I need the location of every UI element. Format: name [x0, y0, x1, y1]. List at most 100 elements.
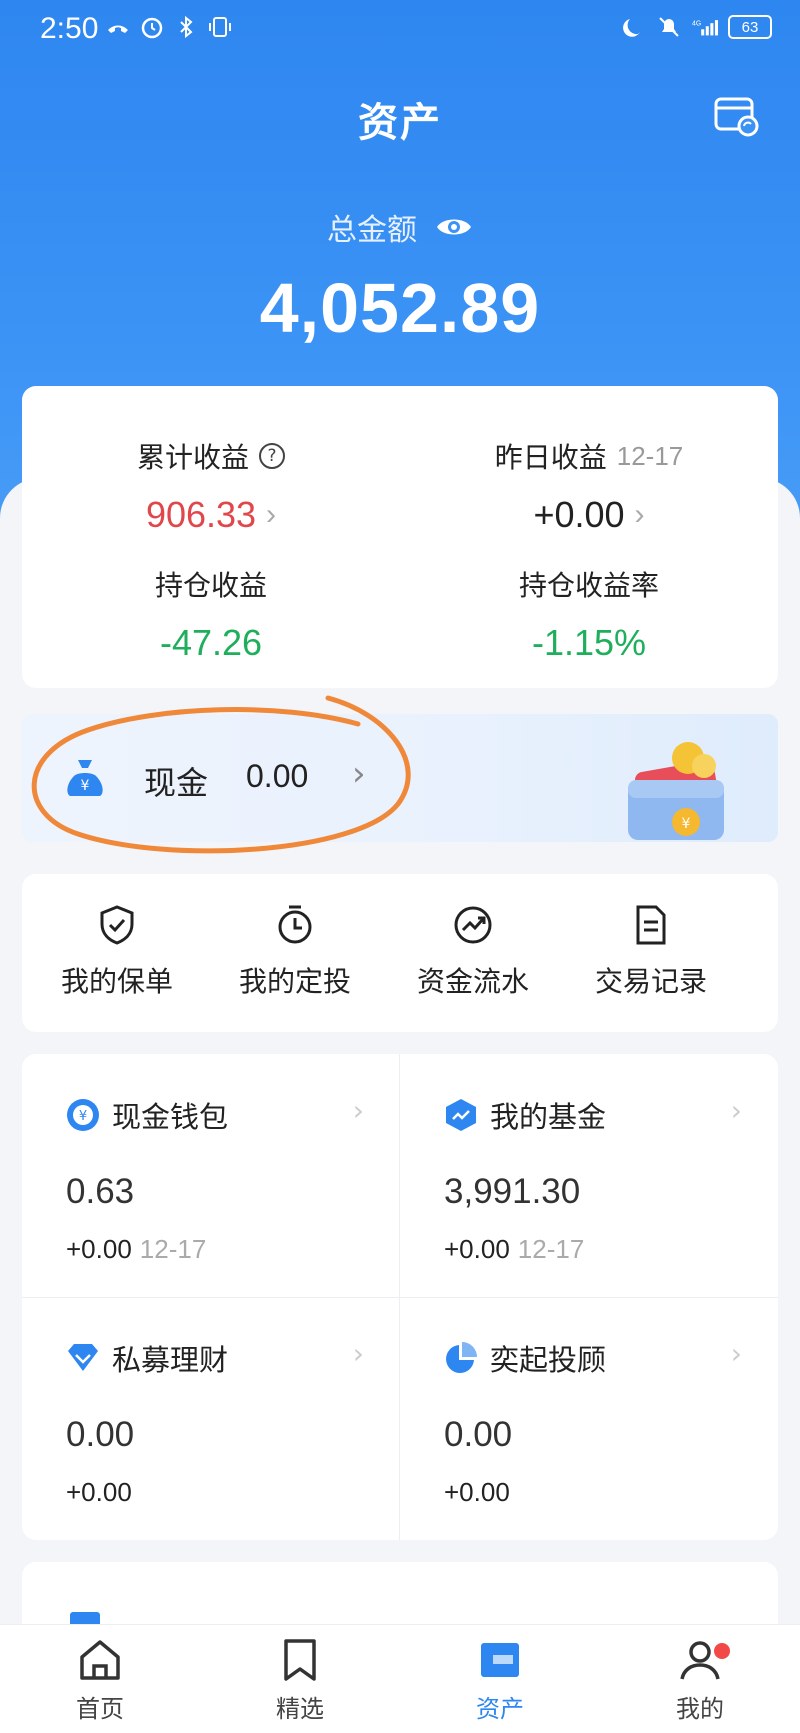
chevron-right-icon: › [352, 754, 366, 794]
yesterday-earnings-date: 12-17 [616, 440, 684, 471]
shield-check-icon [100, 905, 134, 945]
tab-profile[interactable]: 我的 [640, 1637, 760, 1724]
assets-icon [481, 1643, 519, 1677]
yesterday-earnings[interactable]: 昨日收益 12-17 +0.00 › [400, 436, 778, 536]
product-grid-card: ¥ 现金钱包 › 0.63 +0.00 12-17 我的基金 › 3,991.30… [22, 1054, 778, 1540]
yesterday-earnings-value: +0.00 [533, 494, 625, 535]
alarm-icon [141, 17, 163, 39]
chevron-right-icon: › [352, 1337, 364, 1370]
holding-rate-value: -1.15% [531, 622, 647, 663]
chevron-right-icon: › [634, 498, 645, 531]
product-change: +0.00 12-17 [444, 1234, 584, 1265]
cash-value: 0.00 [246, 758, 309, 794]
product-change-value: +0.00 [444, 1234, 510, 1264]
product-name: 我的基金 [490, 1100, 607, 1134]
tab-featured[interactable]: 精选 [240, 1637, 360, 1724]
product-my-fund[interactable]: 我的基金 › 3,991.30 +0.00 12-17 [400, 1054, 778, 1297]
advisor-pie-icon [446, 1342, 477, 1373]
product-change: +0.00 [444, 1477, 510, 1508]
chevron-right-icon: › [730, 1094, 742, 1127]
tab-label: 资产 [476, 1695, 524, 1723]
earnings-card: 累计收益 ? 906.33 › 昨日收益 12-17 +0.00 › 持仓收益 … [22, 386, 778, 688]
document-icon [636, 905, 666, 945]
shortcut-label: 我的保单 [60, 965, 173, 998]
home-icon [80, 1640, 120, 1680]
product-advisor[interactable]: 奕起投顾 › 0.00 +0.00 [400, 1297, 778, 1540]
product-cash-wallet[interactable]: ¥ 现金钱包 › 0.63 +0.00 12-17 [22, 1054, 400, 1297]
status-left-icons [105, 14, 233, 40]
product-change: +0.00 12-17 [66, 1234, 206, 1265]
question-icon[interactable]: ? [259, 443, 285, 469]
shortcut-fund-flow[interactable]: 资金流水 [388, 904, 558, 1000]
bluetooth-icon [180, 15, 193, 39]
product-private-fund[interactable]: 私募理财 › 0.00 +0.00 [22, 1297, 400, 1540]
product-change-value: +0.00 [444, 1477, 510, 1507]
shortcut-transaction-records[interactable]: 交易记录 [566, 904, 736, 1000]
product-value: 0.63 [66, 1172, 135, 1211]
chevron-right-icon: › [730, 1337, 742, 1370]
alarm-clock-icon [278, 905, 312, 944]
signal-icon: 4G [692, 20, 718, 36]
shortcut-label: 交易记录 [594, 965, 707, 998]
eye-icon[interactable] [435, 213, 473, 241]
status-bar: 2:50 4G 63 [0, 0, 800, 60]
product-name: 奕起投顾 [490, 1343, 607, 1377]
private-fund-icon [68, 1344, 98, 1371]
shortcut-label: 资金流水 [416, 965, 529, 998]
battery-indicator: 63 [728, 15, 772, 39]
total-label: 总金额 [327, 213, 417, 248]
moon-icon [623, 19, 640, 37]
product-change-value: +0.00 [66, 1234, 132, 1264]
shortcut-my-policy[interactable]: 我的保单 [32, 904, 202, 1000]
total-amount: 4,052.89 [259, 269, 541, 347]
wallet-illustration-icon: ¥ [628, 742, 724, 840]
svg-text:¥: ¥ [79, 1109, 87, 1124]
switch-account-icon[interactable] [714, 96, 760, 138]
product-change: +0.00 [66, 1477, 132, 1508]
tab-label: 精选 [276, 1695, 324, 1723]
fund-icon [446, 1099, 476, 1131]
tab-home[interactable]: 首页 [40, 1637, 160, 1724]
cash-card[interactable]: ¥ 现金 0.00 › ¥ [22, 714, 778, 842]
yesterday-earnings-label: 昨日收益 [494, 441, 607, 474]
holding-earnings-value: -47.26 [159, 622, 263, 663]
holding-rate: 持仓收益率 -1.15% [400, 564, 778, 664]
product-change-value: +0.00 [66, 1477, 132, 1507]
status-time: 2:50 [40, 12, 99, 45]
tab-label: 首页 [76, 1695, 124, 1723]
bookmark-icon [284, 1639, 316, 1681]
product-value: 3,991.30 [444, 1172, 581, 1211]
product-name: 现金钱包 [112, 1100, 229, 1134]
holding-rate-label: 持仓收益率 [518, 569, 659, 602]
trend-circle-icon [454, 906, 492, 944]
product-change-date: 12-17 [517, 1234, 585, 1264]
notification-dot [714, 1643, 730, 1659]
product-value: 0.00 [444, 1415, 513, 1454]
product-name: 私募理财 [112, 1343, 229, 1377]
shortcut-my-auto-invest[interactable]: 我的定投 [210, 904, 380, 1000]
status-right-icons: 4G 63 [620, 14, 772, 40]
tab-assets[interactable]: 资产 [440, 1637, 560, 1724]
page-title: 资产 [358, 100, 442, 146]
shortcut-label: 我的定投 [238, 965, 351, 998]
money-bag-icon: ¥ [67, 760, 103, 796]
battery-vibrate-icon [209, 17, 231, 37]
chevron-right-icon: › [352, 1094, 364, 1127]
svg-text:¥: ¥ [81, 778, 90, 794]
cumulative-earnings[interactable]: 累计收益 ? 906.33 › [22, 436, 400, 536]
cumulative-earnings-value: 906.33 [145, 494, 257, 535]
bell-mute-icon [659, 17, 679, 37]
chevron-right-icon: › [266, 498, 277, 531]
svg-text:¥: ¥ [682, 816, 691, 832]
shortcut-card: 我的保单 我的定投 资金流水 交易记录 [22, 874, 778, 1032]
missed-call-icon [108, 25, 128, 33]
product-value: 0.00 [66, 1415, 135, 1454]
cash-label: 现金 [144, 764, 209, 802]
product-change-date: 12-17 [139, 1234, 207, 1264]
cash-wallet-icon: ¥ [67, 1099, 99, 1131]
holding-earnings: 持仓收益 -47.26 [22, 564, 400, 664]
total-label-row: 总金额 [0, 205, 800, 249]
bottom-tab-bar: 首页 精选 资产 我的 [0, 1624, 800, 1733]
svg-text:4G: 4G [692, 20, 701, 27]
holding-earnings-label: 持仓收益 [154, 569, 267, 602]
